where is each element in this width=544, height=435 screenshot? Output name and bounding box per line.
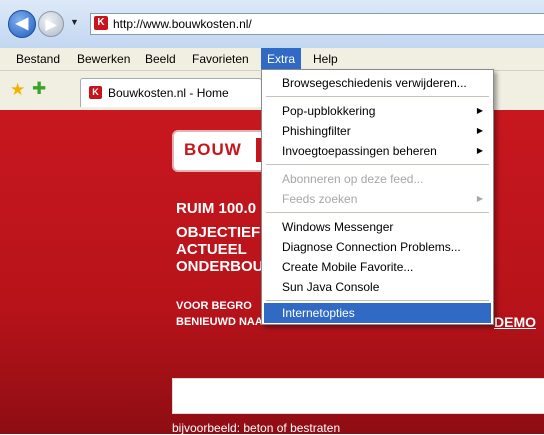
submenu-arrow-icon: ▶ [476, 194, 483, 203]
headline-line: OBJECTIEF [176, 224, 261, 241]
menu-item-label: Internetopties [282, 306, 355, 320]
menu-item-label: Diagnose Connection Problems... [282, 240, 461, 254]
menu-item-feeds-zoeken: Feeds zoeken ▶ [264, 189, 491, 209]
menu-item-java-console[interactable]: Sun Java Console [264, 277, 491, 297]
menu-bar: Bestand Bewerken Beeld Favorieten Extra … [0, 48, 544, 71]
navigation-bar: ◀ ▶ ▼ K http://www.bouwkosten.nl/ [0, 0, 544, 48]
menu-item-label: Phishingfilter [282, 124, 351, 138]
submenu-arrow-icon: ▶ [476, 126, 483, 135]
headline-line: ACTUEEL [176, 241, 247, 258]
menu-item-browsegeschiedenis[interactable]: Browsegeschiedenis verwijderen... [264, 73, 491, 93]
menu-extra[interactable]: Extra [261, 48, 302, 70]
address-bar[interactable]: K http://www.bouwkosten.nl/ [90, 13, 544, 35]
menu-item-invoegtoepassingen[interactable]: Invoegtoepassingen beheren ▶ [264, 141, 491, 161]
menu-beeld[interactable]: Beeld [139, 48, 182, 70]
favorites-star-icon[interactable]: ★ [10, 80, 25, 100]
menu-help[interactable]: Help [307, 48, 344, 70]
menu-item-popupblokkering[interactable]: Pop-upblokkering ▶ [264, 101, 491, 121]
submenu-arrow-icon: ▶ [476, 106, 483, 115]
menu-item-label: Sun Java Console [282, 280, 380, 294]
menu-item-label: Abonneren op deze feed... [282, 172, 424, 186]
back-arrow-icon: ◀ [15, 15, 29, 32]
menu-item-internetopties[interactable]: Internetopties [264, 303, 491, 323]
menu-item-label: Windows Messenger [282, 220, 394, 234]
menu-bewerken[interactable]: Bewerken [71, 48, 136, 70]
menu-item-phishingfilter[interactable]: Phishingfilter ▶ [264, 121, 491, 141]
forward-button[interactable]: ▶ [38, 11, 64, 37]
menu-favorieten[interactable]: Favorieten [186, 48, 255, 70]
site-favicon-icon: K [94, 16, 108, 30]
recent-pages-dropdown-icon[interactable]: ▼ [70, 17, 79, 27]
menu-item-abonneren-feed: Abonneren op deze feed... [264, 169, 491, 189]
forward-arrow-icon: ▶ [45, 16, 57, 32]
menu-item-mobile-favorite[interactable]: Create Mobile Favorite... [264, 257, 491, 277]
tab-favicon-icon: K [89, 86, 102, 99]
menu-item-label: Invoegtoepassingen beheren [282, 144, 437, 158]
submenu-arrow-icon: ▶ [476, 146, 483, 155]
address-text[interactable]: http://www.bouwkosten.nl/ [113, 17, 252, 31]
headline-line: ONDERBOU [176, 258, 264, 275]
menu-item-label: Pop-upblokkering [282, 104, 376, 118]
menu-item-windows-messenger[interactable]: Windows Messenger [264, 217, 491, 237]
menu-item-label: Feeds zoeken [282, 192, 358, 206]
menu-separator [266, 96, 489, 97]
extra-dropdown-menu: Browsegeschiedenis verwijderen... Pop-up… [261, 69, 494, 325]
headline-main: RUIM 100.0 [176, 200, 257, 217]
logo-text: BOUW [184, 140, 242, 159]
menu-separator [266, 212, 489, 213]
menu-item-label: Browsegeschiedenis verwijderen... [282, 76, 467, 90]
search-input[interactable] [172, 378, 544, 414]
menu-separator [266, 300, 489, 301]
browser-tab[interactable]: K Bouwkosten.nl - Home [80, 78, 262, 107]
tab-title: Bouwkosten.nl - Home [108, 86, 229, 100]
subline-text: VOOR BEGRO [176, 300, 252, 312]
menu-bestand[interactable]: Bestand [10, 48, 66, 70]
add-favorite-icon[interactable]: ✚ [32, 79, 46, 99]
menu-item-diagnose-connection[interactable]: Diagnose Connection Problems... [264, 237, 491, 257]
search-example-text: bijvoorbeeld: beton of bestraten [172, 421, 341, 435]
menu-item-label: Create Mobile Favorite... [282, 260, 414, 274]
menu-separator [266, 164, 489, 165]
demo-link[interactable]: DEMO [494, 314, 536, 330]
back-button[interactable]: ◀ [8, 10, 36, 38]
headline-list: OBJECTIEF ACTUEEL ONDERBOU [176, 224, 264, 275]
